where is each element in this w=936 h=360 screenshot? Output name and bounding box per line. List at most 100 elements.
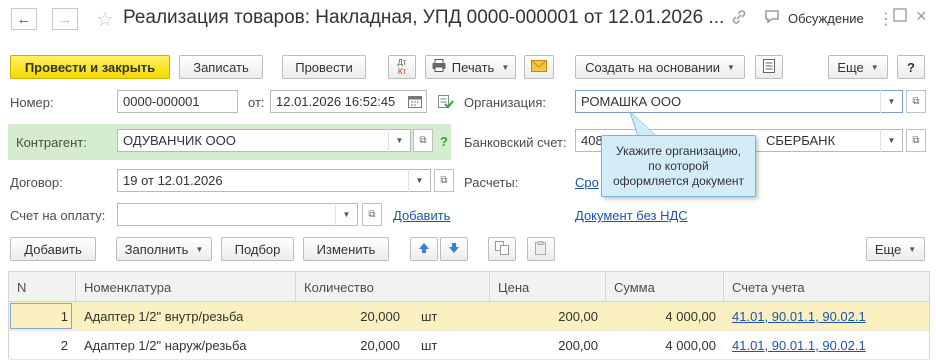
copy-rows-button[interactable] [488, 237, 516, 261]
row-sum[interactable]: 4 000,00 [606, 302, 724, 330]
change-button[interactable]: Изменить [303, 237, 389, 261]
row-accounts-link[interactable]: 41.01, 90.01.1, 90.02.1 [732, 309, 866, 324]
vat-document-link[interactable]: Документ без НДС [575, 208, 688, 223]
tooltip-line-3: оформляется документ [612, 173, 745, 188]
counterparty-help-icon[interactable]: ? [440, 134, 448, 149]
counterparty-label: Контрагент: [16, 135, 87, 150]
table-more-label: Еще [874, 241, 902, 257]
more-button[interactable]: Еще ▼ [828, 55, 888, 79]
favorite-star-icon[interactable]: ☆ [96, 7, 114, 32]
dt-label: Дт [397, 58, 407, 67]
document-list-icon [763, 58, 775, 76]
invoice-label: Счет на оплату: [10, 208, 106, 223]
date-value: 12.01.2026 16:52:45 [276, 94, 396, 109]
invoice-add-link[interactable]: Добавить [393, 208, 450, 223]
move-down-button[interactable] [440, 237, 468, 261]
column-header-accounts[interactable]: Счета учета [724, 272, 929, 302]
date-field[interactable]: 12.01.2026 16:52:45 [270, 90, 427, 113]
row-unit[interactable]: шт [413, 302, 490, 330]
row-price[interactable]: 200,00 [490, 331, 606, 359]
row-item[interactable]: Адаптер 1/2" наруж/резьба [76, 331, 296, 359]
invoice-open-icon[interactable]: ⧉ [362, 203, 382, 226]
link-icon[interactable] [731, 9, 747, 30]
table-add-button[interactable]: Добавить [10, 237, 96, 261]
row-accounts[interactable]: 41.01, 90.01.1, 90.02.1 [724, 302, 929, 330]
back-button[interactable]: ← [11, 8, 37, 30]
number-label: Номер: [10, 95, 54, 110]
contract-open-icon[interactable]: ⧉ [434, 169, 454, 192]
bank-account-label: Банковский счет: [464, 135, 567, 150]
organization-label: Организация: [464, 95, 547, 110]
move-up-button[interactable] [410, 237, 438, 261]
calendar-icon[interactable] [408, 95, 422, 111]
row-quantity[interactable]: 20,000 [296, 331, 408, 359]
row-sum[interactable]: 4 000,00 [606, 331, 724, 359]
invoice-field[interactable] [117, 203, 358, 226]
number-field[interactable]: 0000-000001 [117, 90, 238, 113]
counterparty-dropdown-icon[interactable]: ▼ [388, 129, 410, 152]
bank-account-open-icon[interactable]: ⧉ [906, 129, 926, 152]
column-header-price[interactable]: Цена [490, 272, 606, 302]
counterparty-open-icon[interactable]: ⧉ [413, 129, 433, 152]
chevron-down-icon: ▼ [501, 62, 510, 72]
discussion-icon[interactable] [764, 9, 780, 30]
chevron-down-icon: ▼ [870, 62, 879, 72]
close-icon[interactable]: × [916, 6, 927, 27]
counterparty-field[interactable]: ОДУВАНЧИК ООО [117, 129, 411, 152]
bank-account-dropdown-icon[interactable]: ▼ [880, 129, 902, 152]
tooltip-line-2: по которой [648, 158, 709, 173]
row-unit[interactable]: шт [413, 331, 490, 359]
paste-icon [534, 240, 548, 258]
kt-label: Кт [397, 67, 407, 76]
table-header: N Номенклатура Количество Цена Сумма Сче… [9, 271, 929, 302]
paste-rows-button[interactable] [527, 237, 555, 261]
contract-label: Договор: [10, 175, 63, 190]
create-based-on-button[interactable]: Создать на основании ▼ [575, 55, 745, 79]
settlements-label: Расчеты: [464, 175, 519, 190]
email-button[interactable] [524, 55, 554, 79]
row-price[interactable]: 200,00 [490, 302, 606, 330]
row-accounts[interactable]: 41.01, 90.01.1, 90.02.1 [724, 331, 929, 359]
column-header-sum[interactable]: Сумма [606, 272, 724, 302]
dt-kt-button[interactable]: Дт Кт [388, 55, 416, 79]
fill-button[interactable]: Заполнить ▼ [116, 237, 212, 261]
row-number: 2 [60, 337, 68, 353]
envelope-icon [531, 59, 547, 75]
help-button[interactable]: ? [897, 55, 925, 79]
row-quantity[interactable]: 20,000 [296, 302, 408, 330]
contract-field[interactable]: 19 от 12.01.2026 [117, 169, 431, 192]
contract-value: 19 от 12.01.2026 [123, 173, 223, 188]
maximize-icon[interactable] [893, 8, 907, 27]
more-menu-icon[interactable]: ⋮ [878, 9, 894, 29]
pick-button[interactable]: Подбор [221, 237, 294, 261]
column-header-quantity[interactable]: Количество [296, 272, 490, 302]
forward-button[interactable]: → [52, 8, 78, 30]
post-and-close-button[interactable]: Провести и закрыть [10, 55, 170, 79]
column-header-item[interactable]: Номенклатура [76, 272, 296, 302]
report-button[interactable] [755, 55, 783, 79]
organization-dropdown-icon[interactable]: ▼ [880, 90, 902, 113]
column-header-n[interactable]: N [9, 272, 76, 302]
settlements-link[interactable]: Сро [575, 175, 599, 190]
table-row[interactable]: 2 Адаптер 1/2" наруж/резьба 20,000 шт 20… [9, 331, 929, 360]
organization-field[interactable]: РОМАШКА ООО [575, 90, 903, 113]
contract-dropdown-icon[interactable]: ▼ [408, 169, 430, 192]
goods-table: N Номенклатура Количество Цена Сумма Сче… [8, 271, 930, 360]
table-row[interactable]: 1 Адаптер 1/2" внутр/резьба 20,000 шт 20… [9, 302, 929, 331]
discussion-button[interactable]: Обсуждение [788, 11, 864, 26]
table-more-button[interactable]: Еще ▼ [866, 237, 925, 261]
post-button[interactable]: Провести [282, 55, 366, 79]
window-title: Реализация товаров: Накладная, УПД 0000-… [123, 7, 723, 28]
print-button[interactable]: Печать ▼ [425, 55, 516, 79]
save-button[interactable]: Записать [179, 55, 263, 79]
organization-open-icon[interactable]: ⧉ [906, 90, 926, 113]
counterparty-value: ОДУВАНЧИК ООО [123, 133, 236, 148]
chevron-down-icon: ▼ [908, 244, 917, 254]
posting-status-icon [438, 95, 454, 112]
row-accounts-link[interactable]: 41.01, 90.01.1, 90.02.1 [732, 338, 866, 353]
arrow-down-icon [448, 242, 460, 257]
invoice-dropdown-icon[interactable]: ▼ [335, 203, 357, 226]
chevron-down-icon: ▼ [726, 62, 735, 72]
row-item[interactable]: Адаптер 1/2" внутр/резьба [76, 302, 296, 330]
bank-account-value-left: 408 [581, 133, 603, 148]
